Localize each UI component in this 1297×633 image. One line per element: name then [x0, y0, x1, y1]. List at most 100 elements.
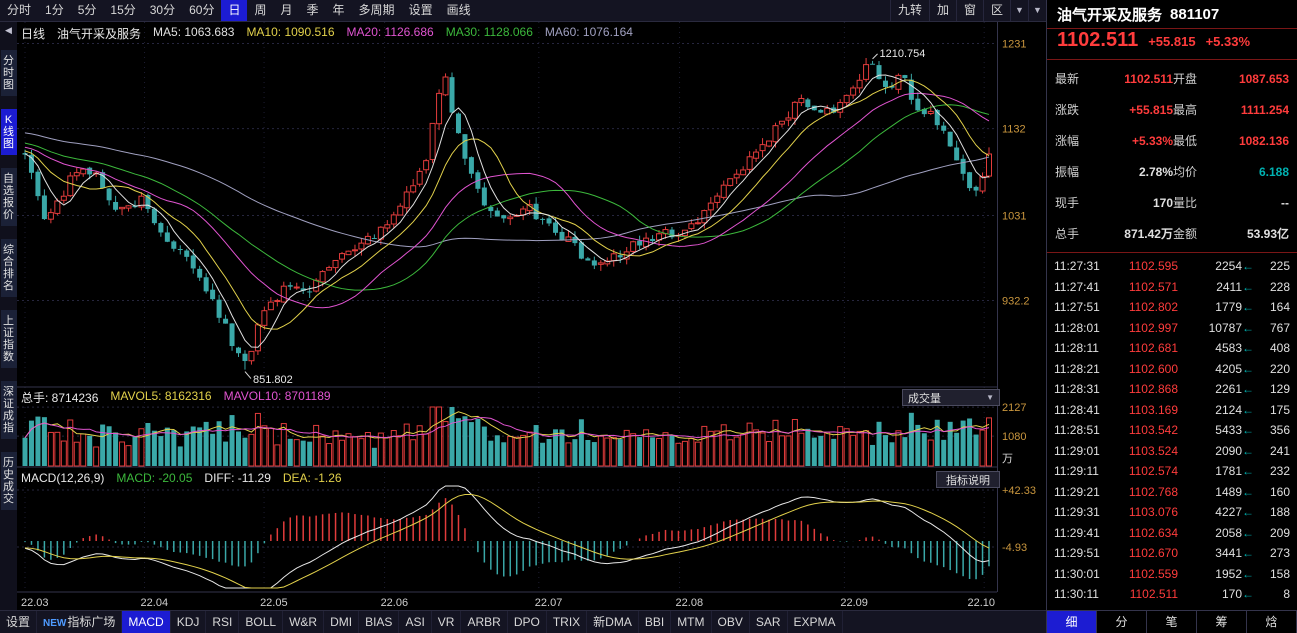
period-tab[interactable]: 30分 [143, 0, 182, 21]
svg-text:22.03: 22.03 [21, 597, 49, 609]
main-column: 分时1分5分15分30分60分日周月季年多周期设置画线 九转加窗区 ▼ ▼ ◀ … [0, 0, 1047, 633]
period-tab[interactable]: 设置 [402, 0, 440, 21]
tick-time: 11:27:31 [1054, 259, 1112, 273]
period-tab[interactable]: 画线 [440, 0, 478, 21]
indicator-tab[interactable]: MTM [671, 611, 711, 633]
dropdown-caret-icon[interactable]: ▼ [1010, 0, 1028, 21]
tick-direction-arrow: ← [1242, 280, 1254, 294]
tick-count: 241 [1254, 444, 1290, 458]
indicator-tab[interactable]: KDJ [171, 611, 207, 633]
stat-value: +55.815 [1085, 103, 1173, 117]
period-tab[interactable]: 60分 [182, 0, 221, 21]
stat-label: 振幅 [1055, 163, 1085, 180]
indicator-help-button[interactable]: 指标说明 [936, 471, 1000, 488]
price-change: +55.815 [1148, 34, 1195, 49]
sidebar-item[interactable]: 综合排名 [1, 239, 17, 297]
tick-time: 11:30:11 [1054, 587, 1112, 601]
tick-price: 1102.600 [1112, 362, 1178, 376]
quote-panel-tab[interactable]: 焓 [1247, 611, 1297, 633]
tick-volume: 3441← [1178, 546, 1254, 560]
left-sidebar: ◀ 分时图 K线图自选报价综合排名上证指数深证成指历史成交 [0, 22, 17, 610]
stat-label: 均价 [1173, 163, 1209, 180]
indicator-tab[interactable]: SAR [750, 611, 788, 633]
tick-row: 11:28:01 1102.997 10787← 767 [1054, 318, 1290, 339]
stat-label: 总手 [1055, 225, 1085, 242]
tick-volume: 10787← [1178, 321, 1254, 335]
stat-value: 1102.511 [1085, 72, 1173, 86]
indicator-plaza-button[interactable]: NEW指标广场 [37, 611, 122, 633]
period-tab[interactable]: 15分 [103, 0, 142, 21]
sidebar-item[interactable]: K线图 [1, 109, 17, 155]
tick-volume: 2090← [1178, 444, 1254, 458]
stat-row: 总手 871.42万 金额 53.93亿 [1055, 218, 1289, 249]
quote-panel-tab[interactable]: 细 [1047, 611, 1097, 633]
svg-text:22.06: 22.06 [381, 597, 409, 609]
tick-count: 232 [1254, 464, 1290, 478]
period-tab[interactable]: 日 [221, 0, 247, 21]
dropdown-caret-icon[interactable]: ▼ [1028, 0, 1046, 21]
tick-time: 11:27:51 [1054, 300, 1112, 314]
tick-time: 11:29:41 [1054, 526, 1112, 540]
period-tab[interactable]: 季 [300, 0, 326, 21]
stat-row: 涨跌 +55.815 最高 1111.254 [1055, 94, 1289, 125]
stat-label: 金额 [1173, 225, 1209, 242]
tick-direction-arrow: ← [1242, 341, 1254, 355]
period-tab[interactable]: 多周期 [352, 0, 402, 21]
quote-panel-tab[interactable]: 筹 [1197, 611, 1247, 633]
indicator-tab[interactable]: DMI [324, 611, 359, 633]
indicator-tab[interactable]: VR [432, 611, 462, 633]
indicator-tab[interactable]: EXPMA [788, 611, 843, 633]
tick-list[interactable]: 11:27:31 1102.595 2254← 225 11:27:41 110… [1047, 253, 1297, 610]
quote-stats: 最新 1102.511 开盘 1087.653 涨跌 +55.815 最高 11… [1047, 60, 1297, 253]
stat-value: 53.93亿 [1209, 225, 1289, 242]
collapse-sidebar-icon[interactable]: ◀ [5, 25, 12, 37]
svg-text:+42.33: +42.33 [1002, 485, 1036, 497]
period-tab[interactable]: 5分 [71, 0, 104, 21]
price-change-percent: +5.33% [1206, 34, 1250, 49]
indicator-tab[interactable]: DPO [508, 611, 547, 633]
svg-text:22.08: 22.08 [676, 597, 704, 609]
tick-row: 11:29:01 1103.524 2090← 241 [1054, 441, 1290, 462]
stat-row: 振幅 2.78% 均价 6.188 [1055, 156, 1289, 187]
volume-indicator-dropdown[interactable]: 成交量 ▼ [902, 389, 1000, 406]
quote-panel-tabs: 细分笔筹焓 [1047, 610, 1297, 633]
indicator-tab[interactable]: BIAS [359, 611, 399, 633]
quote-panel-tab[interactable]: 分 [1097, 611, 1147, 633]
tick-price: 1103.076 [1112, 505, 1178, 519]
period-tab[interactable]: 分时 [0, 0, 38, 21]
svg-text:1132: 1132 [1002, 124, 1026, 136]
quote-panel-tab[interactable]: 笔 [1147, 611, 1197, 633]
period-tab[interactable]: 周 [247, 0, 273, 21]
indicator-tab[interactable]: BOLL [239, 611, 283, 633]
toolbar-right-button[interactable]: 区 [983, 0, 1010, 21]
indicator-tab[interactable]: 新DMA [587, 611, 639, 633]
indicator-tab[interactable]: W&R [283, 611, 324, 633]
indicator-tab[interactable]: ASI [399, 611, 431, 633]
tick-count: 273 [1254, 546, 1290, 560]
indicator-tab[interactable]: TRIX [547, 611, 587, 633]
indicator-tab[interactable]: BBI [639, 611, 671, 633]
caret-down-icon: ▼ [986, 393, 994, 402]
kline-chart[interactable]: 123111321031932.221271080万+42.33-4.9322.… [17, 22, 1046, 610]
indicator-tab[interactable]: ARBR [461, 611, 507, 633]
toolbar-right-button[interactable]: 窗 [956, 0, 983, 21]
toolbar-right-button[interactable]: 加 [929, 0, 956, 21]
indicator-tab[interactable]: MACD [122, 611, 170, 633]
period-tab[interactable]: 年 [326, 0, 352, 21]
sidebar-item[interactable]: 深证成指 [1, 381, 17, 439]
tick-direction-arrow: ← [1242, 464, 1254, 478]
sidebar-item[interactable]: 分时图 [1, 50, 17, 96]
sidebar-item[interactable]: 上证指数 [1, 310, 17, 368]
sidebar-item[interactable]: 历史成交 [1, 452, 17, 510]
indicator-tab[interactable]: RSI [206, 611, 239, 633]
settings-button[interactable]: 设置 [0, 611, 37, 633]
toolbar-right-button[interactable]: 九转 [890, 0, 929, 21]
tick-volume: 2411← [1178, 280, 1254, 294]
tick-row: 11:29:21 1102.768 1489← 160 [1054, 482, 1290, 503]
period-tab[interactable]: 月 [274, 0, 300, 21]
indicator-tab[interactable]: OBV [712, 611, 750, 633]
tick-row: 11:28:11 1102.681 4583← 408 [1054, 338, 1290, 359]
tick-time: 11:29:31 [1054, 505, 1112, 519]
sidebar-item[interactable]: 自选报价 [1, 168, 17, 226]
period-tab[interactable]: 1分 [38, 0, 71, 21]
